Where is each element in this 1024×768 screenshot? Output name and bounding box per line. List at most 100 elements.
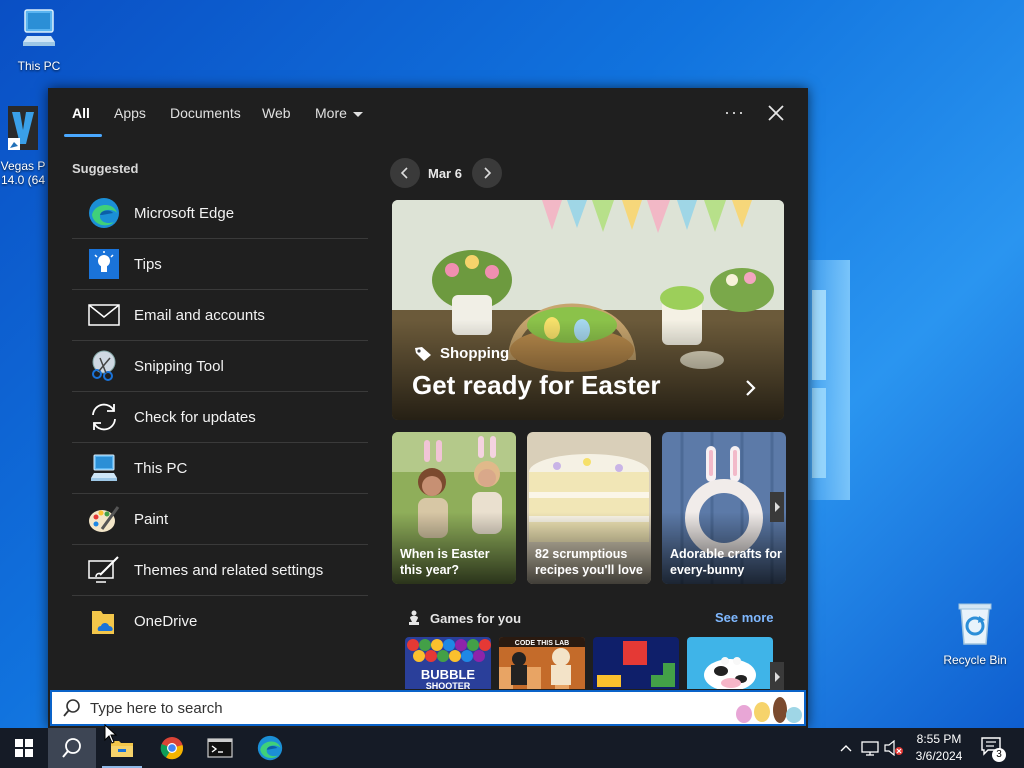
suggested-item-tips[interactable]: Tips (72, 239, 368, 290)
news-card-easter-crafts[interactable]: Adorable crafts for every-bunny (662, 432, 786, 584)
chevron-right-icon (775, 672, 780, 682)
chevron-right-icon (775, 502, 780, 512)
game-tile-cow[interactable] (687, 637, 773, 689)
hero-open-button[interactable] (744, 378, 758, 403)
taskbar-edge[interactable] (246, 728, 294, 768)
show-hidden-icons-button[interactable] (836, 728, 856, 768)
taskbar: 8:55 PM 3/6/2024 (0, 728, 1024, 768)
desktop-icon-vegas-pro[interactable]: Vegas P 14.0 (64 (0, 104, 46, 187)
suggested-item-label: Paint (134, 510, 169, 528)
suggested-item-label: Email and accounts (134, 306, 265, 324)
news-card-easter-date[interactable]: When is Easter this year? (392, 432, 516, 584)
tab-all[interactable]: All (72, 105, 90, 121)
search-input[interactable] (90, 699, 690, 717)
taskbar-search-button[interactable] (48, 728, 96, 768)
more-options-button[interactable]: ··· (724, 102, 745, 123)
game-tile-bubble-shooter[interactable]: BUBBLE SHOOTER (405, 637, 491, 689)
suggested-item-paint[interactable]: Paint (72, 494, 368, 545)
snipping-tool-icon (86, 348, 122, 384)
edge-icon (86, 195, 122, 231)
taskbar-terminal[interactable] (196, 728, 244, 768)
tab-more-label: More (315, 105, 347, 121)
suggested-item-label: Check for updates (134, 408, 256, 426)
tab-documents[interactable]: Documents (170, 105, 241, 121)
game-tile-chess[interactable]: CODE THIS LAB (499, 637, 585, 689)
onedrive-icon (86, 604, 122, 640)
close-button[interactable] (765, 102, 787, 124)
game-tile-blocks[interactable] (593, 637, 679, 689)
block-puzzle-tile (593, 637, 679, 689)
edge-icon (257, 735, 283, 761)
desktop-light-pane (812, 388, 826, 478)
chevron-right-icon (484, 167, 492, 179)
date-navigator: Mar 6 (390, 158, 502, 188)
easter-eggs-icon (736, 697, 802, 723)
recycle-bin-icon (940, 600, 1010, 649)
hero-category-label: Shopping (440, 345, 510, 362)
suggested-item-snipping-tool[interactable]: Snipping Tool (72, 341, 368, 392)
cards-next-button[interactable] (770, 492, 784, 522)
svg-text:BUBBLE: BUBBLE (421, 667, 475, 682)
notification-count-badge: 3 (992, 748, 1006, 762)
chevron-left-icon (400, 167, 408, 179)
themes-icon (86, 552, 122, 588)
games-heading: Games for you (406, 610, 521, 626)
taskbar-chrome[interactable] (148, 728, 196, 768)
search-box[interactable] (50, 690, 806, 726)
search-tabs: All Apps Documents Web More ··· (48, 88, 808, 140)
clock-time: 8:55 PM (916, 732, 962, 746)
suggested-item-email-and-accounts[interactable]: Email and accounts (72, 290, 368, 341)
chess-game-tile: CODE THIS LAB (499, 637, 585, 689)
tab-apps[interactable]: Apps (114, 105, 146, 121)
hero-category: Shopping (414, 345, 509, 362)
volume-button[interactable] (882, 728, 906, 768)
suggested-heading: Suggested (72, 161, 139, 176)
news-card-easter-recipes[interactable]: 82 scrumptious recipes you'll love (527, 432, 651, 584)
volume-muted-icon (884, 740, 903, 756)
start-button[interactable] (0, 728, 48, 768)
chevron-down-icon (352, 111, 363, 117)
active-tab-indicator (64, 134, 102, 137)
tips-icon (86, 246, 122, 282)
suggested-item-microsoft-edge[interactable]: Microsoft Edge (72, 188, 368, 239)
card-title: When is Easter this year? (400, 547, 490, 577)
desktop-icon-recycle-bin[interactable]: Recycle Bin (940, 600, 1010, 667)
search-panel: All Apps Documents Web More ··· Suggeste… (48, 88, 808, 728)
vegas-pro-icon (0, 104, 46, 155)
chess-piece-icon (409, 610, 419, 625)
desktop-icon-label: Recycle Bin (943, 653, 1007, 667)
games-next-button[interactable] (770, 662, 784, 692)
network-icon (861, 741, 879, 756)
see-more-link[interactable]: See more (715, 610, 774, 625)
previous-day-button[interactable] (390, 158, 420, 188)
suggested-item-label: Microsoft Edge (134, 204, 235, 222)
search-icon (62, 738, 81, 758)
clock-date: 3/6/2024 (915, 749, 963, 763)
games-heading-label: Games for you (430, 610, 522, 626)
next-day-button[interactable] (471, 158, 502, 188)
current-date: Mar 6 (428, 165, 462, 181)
suggested-item-themes[interactable]: Themes and related settings (72, 545, 368, 596)
mail-icon (86, 297, 122, 333)
suggested-item-check-for-updates[interactable]: Check for updates (72, 392, 368, 443)
suggested-item-label: Themes and related settings (134, 561, 324, 579)
tab-more[interactable]: More (315, 105, 363, 121)
mouse-cursor-icon (104, 723, 118, 749)
suggested-item-onedrive[interactable]: OneDrive (72, 596, 368, 647)
suggested-item-label: This PC (134, 459, 188, 477)
hero-card[interactable]: Shopping Get ready for Easter (392, 200, 784, 420)
windows-start-icon (15, 739, 33, 757)
tab-web[interactable]: Web (262, 105, 291, 121)
desktop-icon-this-pc[interactable]: This PC (4, 8, 74, 73)
suggested-list: Microsoft Edge Tips Email and accounts S… (72, 188, 368, 647)
close-icon (768, 105, 784, 121)
this-pc-icon (4, 8, 74, 55)
clock-button[interactable]: 8:55 PM 3/6/2024 (906, 731, 972, 765)
chevron-up-icon (840, 745, 852, 752)
svg-text:CODE THIS LAB: CODE THIS LAB (515, 640, 569, 647)
suggested-item-label: OneDrive (134, 613, 198, 630)
suggested-item-label: Snipping Tool (134, 357, 224, 375)
suggested-item-this-pc[interactable]: This PC (72, 443, 368, 494)
network-status-button[interactable] (858, 728, 882, 768)
cow-game-tile (687, 637, 773, 689)
